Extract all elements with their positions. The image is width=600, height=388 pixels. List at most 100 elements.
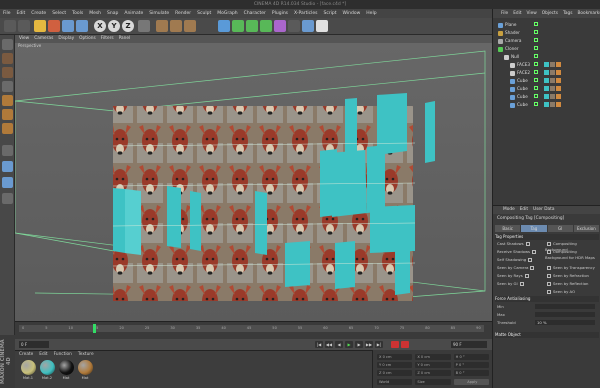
object-menu-objects[interactable]: Objects bbox=[542, 9, 558, 18]
option-checkbox[interactable] bbox=[530, 266, 535, 270]
option-checkbox[interactable] bbox=[547, 242, 551, 246]
object-row[interactable]: Cube bbox=[494, 93, 598, 100]
spline-icon[interactable] bbox=[232, 20, 244, 32]
option-compositing-background-for-hdr-maps[interactable]: Compositing Background for HDR Maps bbox=[545, 249, 600, 260]
option-checkbox[interactable] bbox=[525, 242, 530, 246]
material-label[interactable]: Mat.2 bbox=[39, 376, 55, 380]
material-label[interactable]: Mat bbox=[58, 376, 74, 380]
material-ball[interactable] bbox=[40, 360, 55, 375]
material-menu-create[interactable]: Create bbox=[19, 351, 33, 358]
menu-help[interactable]: Help bbox=[366, 9, 376, 18]
pos-y-field[interactable]: Y 0 cm bbox=[377, 362, 413, 368]
attribute-menu-mode[interactable]: Mode bbox=[503, 206, 515, 214]
coordinate-system-icon[interactable] bbox=[138, 20, 150, 32]
viewport-menu-filters[interactable]: Filters bbox=[101, 35, 114, 43]
texture-mode-icon[interactable] bbox=[2, 67, 13, 78]
menu-character[interactable]: Character bbox=[244, 9, 266, 18]
nurbs-icon[interactable] bbox=[246, 20, 258, 32]
option-checkbox[interactable] bbox=[547, 250, 551, 254]
option-checkbox[interactable] bbox=[547, 290, 551, 294]
deformer-icon[interactable] bbox=[274, 20, 286, 32]
object-name[interactable]: Cloner bbox=[505, 46, 519, 51]
menu-edit[interactable]: Edit bbox=[17, 9, 26, 18]
workplane-icon[interactable] bbox=[2, 81, 13, 92]
option-seen-by-gi[interactable]: Seen by GI bbox=[497, 281, 526, 287]
redo-icon[interactable] bbox=[18, 20, 30, 32]
object-row[interactable]: Camera bbox=[494, 37, 598, 44]
size-z-field[interactable]: Z 0 cm bbox=[415, 370, 451, 376]
material-menu-function[interactable]: Function bbox=[54, 351, 72, 358]
field-max[interactable] bbox=[535, 312, 595, 317]
menu-animate[interactable]: Animate bbox=[124, 9, 143, 18]
timeline[interactable]: 0 5 10 15 20 25 30 35 40 45 50 55 60 65 70 75 80 85 90 bbox=[15, 321, 492, 339]
material-tag-icon[interactable] bbox=[550, 62, 555, 67]
material-tag-icon[interactable] bbox=[544, 94, 549, 99]
field-threshold[interactable]: 10 % bbox=[535, 320, 595, 325]
menu-window[interactable]: Window bbox=[343, 9, 361, 18]
size-mode-dropdown[interactable]: Size bbox=[415, 379, 451, 385]
attribute-menu-edit[interactable]: Edit bbox=[520, 206, 528, 214]
world-mode-dropdown[interactable]: World bbox=[377, 379, 413, 385]
option-checkbox[interactable] bbox=[532, 250, 537, 254]
apply-button[interactable]: Apply bbox=[453, 379, 489, 385]
object-menu-tags[interactable]: Tags bbox=[563, 9, 573, 18]
scene-icon[interactable] bbox=[288, 20, 300, 32]
next-key-icon[interactable]: ▶▶ bbox=[365, 341, 373, 348]
edges-mode-icon[interactable] bbox=[2, 109, 13, 120]
material-ball[interactable] bbox=[59, 360, 74, 375]
material-tag-icon[interactable] bbox=[556, 70, 561, 75]
points-mode-icon[interactable] bbox=[2, 95, 13, 106]
object-name[interactable]: Shader bbox=[505, 30, 520, 35]
array-icon[interactable] bbox=[260, 20, 272, 32]
next-frame-icon[interactable]: ▶ bbox=[355, 341, 363, 348]
object-name[interactable]: Plane bbox=[505, 22, 517, 27]
option-compositing-background[interactable]: Compositing Background bbox=[545, 241, 600, 252]
scale-icon[interactable] bbox=[62, 20, 74, 32]
viewport-menu-view[interactable]: View bbox=[19, 35, 29, 43]
viewport-menu-options[interactable]: Options bbox=[79, 35, 96, 43]
object-name[interactable]: FACE2 bbox=[517, 70, 530, 75]
material-tag-icon[interactable] bbox=[556, 86, 561, 91]
option-receive-shadows[interactable]: Receive Shadows bbox=[497, 249, 538, 255]
record-icon[interactable] bbox=[391, 341, 399, 348]
visibility-toggle[interactable] bbox=[534, 102, 538, 106]
visibility-toggle[interactable] bbox=[534, 70, 538, 74]
option-seen-by-rays[interactable]: Seen by Rays bbox=[497, 273, 531, 279]
option-seen-by-refraction[interactable]: Seen by Refraction bbox=[545, 273, 589, 279]
menu-mograph[interactable]: MoGraph bbox=[217, 9, 237, 18]
rot-p-field[interactable]: P 0 ° bbox=[453, 362, 489, 368]
material-tag-icon[interactable] bbox=[544, 70, 549, 75]
tab-tag[interactable]: Tag bbox=[521, 225, 547, 232]
pos-x-field[interactable]: X 0 cm bbox=[377, 354, 413, 360]
rot-h-field[interactable]: H 0 ° bbox=[453, 354, 489, 360]
viewport-menu-display[interactable]: Display bbox=[58, 35, 74, 43]
menu-create[interactable]: Create bbox=[31, 9, 46, 18]
field-min[interactable] bbox=[535, 304, 595, 309]
object-row[interactable]: Cloner bbox=[494, 45, 598, 52]
matte-object-section[interactable]: Matte Object bbox=[495, 332, 599, 338]
object-name[interactable]: FACE3 bbox=[517, 62, 530, 67]
size-y-field[interactable]: Y 0 cm bbox=[415, 362, 451, 368]
start-frame-field[interactable]: 0 F bbox=[19, 341, 49, 348]
material-tag-icon[interactable] bbox=[544, 62, 549, 67]
undo-icon[interactable] bbox=[4, 20, 16, 32]
material-label[interactable]: Mat.1 bbox=[20, 376, 36, 380]
object-menu-edit[interactable]: Edit bbox=[513, 9, 521, 18]
end-frame-field[interactable]: 90 F bbox=[451, 341, 487, 348]
option-seen-by-transparency[interactable]: Seen by Transparency bbox=[545, 265, 595, 271]
material-ball[interactable] bbox=[78, 360, 93, 375]
option-checkbox[interactable] bbox=[528, 258, 533, 262]
option-cast-shadows[interactable]: Cast Shadows bbox=[497, 241, 532, 247]
pos-z-field[interactable]: Z 0 cm bbox=[377, 370, 413, 376]
object-menu-view[interactable]: View bbox=[527, 9, 537, 18]
visibility-toggle[interactable] bbox=[534, 30, 538, 34]
material-tag-icon[interactable] bbox=[550, 70, 555, 75]
render-picture-viewer-icon[interactable] bbox=[170, 20, 182, 32]
option-checkbox[interactable] bbox=[547, 282, 551, 286]
material-label[interactable]: Mat bbox=[77, 376, 93, 380]
option-checkbox[interactable] bbox=[547, 266, 551, 270]
object-row[interactable]: Shader bbox=[494, 29, 598, 36]
tab-basic[interactable]: Basic bbox=[495, 225, 521, 232]
object-name[interactable]: Cube bbox=[517, 94, 528, 99]
material-tag-icon[interactable] bbox=[556, 62, 561, 67]
